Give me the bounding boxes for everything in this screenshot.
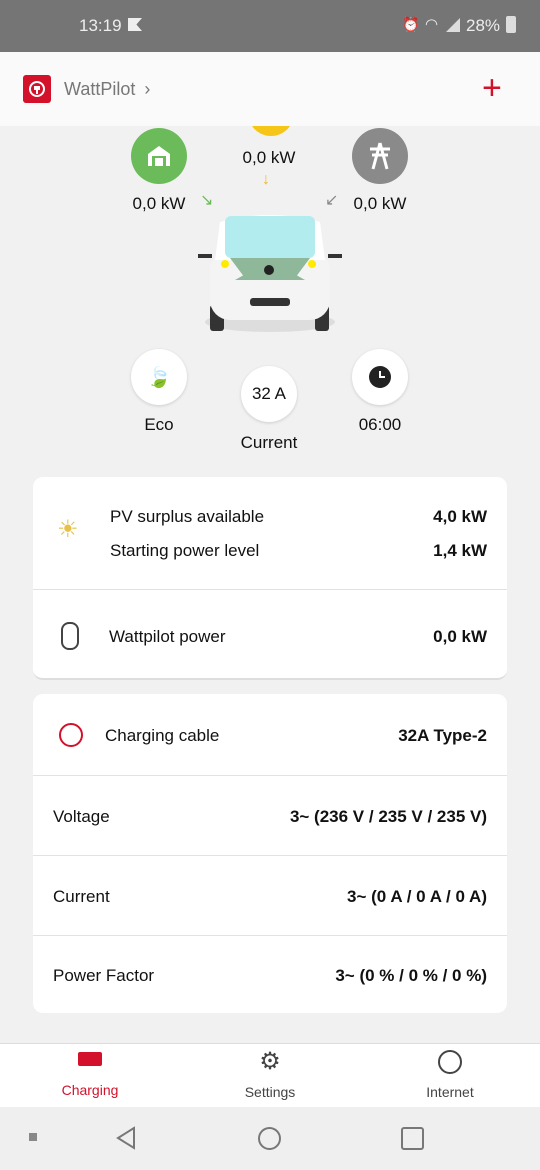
wattpilot-device-icon — [61, 622, 79, 650]
flag-icon — [128, 18, 142, 31]
globe-icon — [438, 1050, 462, 1074]
leaf-icon: 🍃 — [146, 366, 172, 389]
row-value: 32A Type-2 — [398, 726, 487, 745]
home-icon[interactable] — [131, 128, 187, 184]
device-title: WattPilot — [64, 79, 136, 99]
battery-text: 28% — [466, 16, 501, 35]
pv-surplus-label: PV surplus available — [110, 507, 265, 526]
row-label: Voltage — [53, 807, 110, 826]
row-value: 3~ (0 A / 0 A / 0 A) — [347, 887, 487, 906]
solar-panel-icon: ☀ — [57, 516, 79, 543]
row-value: 3~ (236 V / 235 V / 235 V) — [289, 807, 487, 826]
current-label: Current — [240, 433, 298, 452]
nav-label: Internet — [426, 1084, 474, 1100]
arrow-icon: ↙ — [325, 192, 339, 209]
nav-internet[interactable]: Internet — [360, 1044, 540, 1108]
plus-icon: + — [482, 69, 502, 107]
alarm-icon: ⏰ — [402, 16, 420, 32]
chevron-right-icon: › — [144, 79, 151, 99]
schedule-button[interactable] — [352, 349, 408, 405]
wattpilot-power-value: 0,0 kW — [433, 627, 487, 646]
pv-row: ☀ PV surplus available 4,0 kW Starting p… — [33, 477, 507, 590]
current-value: 32 A — [251, 384, 287, 403]
gear-icon: ⚙ — [259, 1048, 281, 1075]
wattpilot-power-row: Wattpilot power 0,0 kW — [33, 590, 507, 680]
home-button-icon[interactable] — [258, 1127, 281, 1150]
row-label: Charging cable — [105, 726, 220, 745]
eco-mode-button[interactable]: 🍃 — [131, 349, 187, 405]
status-time: 13:19 — [79, 16, 122, 35]
charging-details-card: Charging cable 32A Type-2 Voltage 3~ (23… — [33, 694, 507, 1013]
status-bar: 13:19 ⏰ ◠ 28% — [0, 0, 540, 52]
clock-icon — [369, 366, 391, 388]
row-label: Power Factor — [53, 966, 155, 985]
grid-tower-icon[interactable] — [352, 128, 408, 184]
power-factor-row: Power Factor 3~ (0 % / 0 % / 0 %) — [33, 936, 507, 1013]
nav-settings[interactable]: ⚙ Settings — [180, 1044, 360, 1108]
car-illustration — [198, 215, 342, 332]
pv-surplus-value: 4,0 kW — [433, 507, 487, 526]
mode-label: Eco — [144, 415, 174, 434]
row-label: Current — [53, 887, 110, 906]
wifi-icon: ◠ — [425, 16, 439, 33]
back-icon[interactable] — [114, 1126, 138, 1150]
battery-charging-icon — [78, 1052, 102, 1066]
nav-charging[interactable]: Charging — [0, 1044, 180, 1108]
type2-plug-icon — [59, 723, 83, 747]
row-value: 3~ (0 % / 0 % / 0 %) — [335, 966, 487, 985]
current-row: Current 3~ (0 A / 0 A / 0 A) — [33, 856, 507, 936]
wattpilot-logo-icon — [23, 75, 51, 103]
system-nav-bar — [0, 1107, 540, 1170]
signal-icon — [446, 18, 460, 32]
schedule-time: 06:00 — [358, 415, 402, 434]
power-card: ☀ PV surplus available 4,0 kW Starting p… — [33, 477, 507, 680]
nav-label: Settings — [244, 1084, 296, 1100]
device-selector[interactable]: WattPilot › — [64, 79, 150, 100]
nav-label: Charging — [61, 1082, 119, 1098]
app-header: WattPilot › + — [0, 52, 540, 126]
add-button[interactable]: + — [482, 68, 502, 108]
arrow-down-icon: ↓ — [262, 171, 270, 188]
battery-icon — [506, 16, 516, 33]
solar-power: 0,0 kW — [242, 148, 296, 167]
starting-power-label: Starting power level — [110, 541, 260, 560]
wattpilot-power-label: Wattpilot power — [109, 627, 226, 646]
starting-power-value: 1,4 kW — [433, 541, 487, 560]
dot-icon — [29, 1133, 37, 1141]
charging-cable-row: Charging cable 32A Type-2 — [33, 694, 507, 776]
voltage-row: Voltage 3~ (236 V / 235 V / 235 V) — [33, 776, 507, 856]
current-button[interactable]: 32 A — [241, 366, 297, 422]
arrow-icon: ↘ — [200, 192, 214, 209]
recents-icon[interactable] — [401, 1127, 424, 1150]
bottom-nav: Charging ⚙ Settings Internet — [0, 1043, 540, 1107]
